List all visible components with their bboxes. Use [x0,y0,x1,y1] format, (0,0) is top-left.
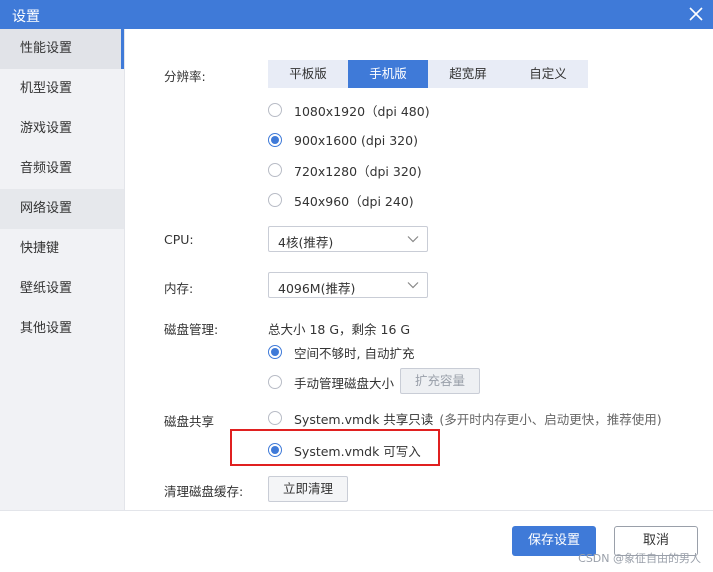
memory-label: 内存: [164,281,194,296]
radio-button[interactable] [268,411,282,425]
option-label: 手动管理磁盘大小 [294,375,395,391]
sidebar: 性能设置 机型设置 游戏设置 音频设置 网络设置 快捷键 壁纸设置 其他设置 [0,29,125,510]
tab-phone[interactable]: 手机版 [348,60,428,88]
resolution-option-540x960[interactable]: 540x960（dpi 240) [268,190,414,210]
radio-button[interactable] [268,163,282,177]
disk-summary: 总大小 18 G，剩余 16 G [268,322,411,337]
resolution-option-900x1600[interactable]: 900x1600 (dpi 320) [268,130,418,150]
resolution-option-1080x1920[interactable]: 1080x1920（dpi 480) [268,100,430,120]
option-note: (多开时内存更小、启动更快，推荐使用) [439,411,662,427]
close-icon[interactable] [685,3,707,25]
sidebar-item-network[interactable]: 网络设置 [0,189,124,229]
disk-share-option-writable[interactable]: System.vmdk 可写入 [268,440,421,460]
clean-now-button[interactable]: 立即清理 [268,476,348,502]
title-bar: 设置 [0,0,713,29]
sidebar-item-performance[interactable]: 性能设置 [0,29,124,69]
watermark: CSDN @象征自由的男人 [578,552,701,565]
radio-button[interactable] [268,345,282,359]
disk-share-option-readonly[interactable]: System.vmdk 共享只读 (多开时内存更小、启动更快，推荐使用) [268,408,662,428]
option-label: 900x1600 (dpi 320) [294,132,418,148]
radio-button[interactable] [268,103,282,117]
sidebar-item-game[interactable]: 游戏设置 [0,109,124,149]
sidebar-item-other[interactable]: 其他设置 [0,309,124,349]
disk-option-manual[interactable]: 手动管理磁盘大小 [268,372,394,392]
sidebar-item-audio[interactable]: 音频设置 [0,149,124,189]
chevron-down-icon [407,236,419,243]
window-title: 设置 [12,9,40,25]
option-label: System.vmdk 可写入 [294,443,421,459]
option-label: System.vmdk 共享只读 [294,411,434,427]
resolution-tabs: 平板版 手机版 超宽屏 自定义 [268,60,588,88]
option-label: 1080x1920（dpi 480) [294,103,430,119]
radio-button[interactable] [268,443,282,457]
sidebar-item-shortcuts[interactable]: 快捷键 [0,229,124,269]
disk-label: 磁盘管理: [164,322,219,337]
radio-button[interactable] [268,133,282,147]
sidebar-item-wallpaper[interactable]: 壁纸设置 [0,269,124,309]
chevron-down-icon [407,282,419,289]
cpu-label: CPU: [164,232,194,247]
memory-value: 4096M(推荐) [278,281,356,296]
resolution-label: 分辨率: [164,69,206,84]
tab-custom[interactable]: 自定义 [508,60,588,88]
disk-share-label: 磁盘共享 [164,414,215,429]
tab-tablet[interactable]: 平板版 [268,60,348,88]
cpu-value: 4核(推荐) [278,235,334,250]
option-label: 空间不够时, 自动扩充 [294,345,415,361]
disk-option-auto-expand[interactable]: 空间不够时, 自动扩充 [268,342,414,362]
radio-button[interactable] [268,375,282,389]
cache-label: 清理磁盘缓存: [164,484,244,499]
expand-capacity-button[interactable]: 扩充容量 [400,368,480,394]
option-label: 540x960（dpi 240) [294,193,414,209]
resolution-option-720x1280[interactable]: 720x1280（dpi 320) [268,160,422,180]
tab-ultrawide[interactable]: 超宽屏 [428,60,508,88]
cpu-select[interactable]: 4核(推荐) [268,226,428,252]
memory-select[interactable]: 4096M(推荐) [268,272,428,298]
sidebar-item-device-model[interactable]: 机型设置 [0,69,124,109]
option-label: 720x1280（dpi 320) [294,163,422,179]
radio-button[interactable] [268,193,282,207]
